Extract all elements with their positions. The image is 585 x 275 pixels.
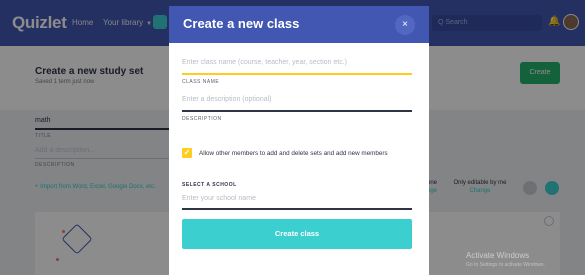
class-description-input[interactable]: Enter a description (optional)	[182, 96, 412, 108]
activate-windows-subtitle: Go to Settings to activate Windows.	[466, 262, 545, 268]
activate-windows-title: Activate Windows	[466, 251, 530, 260]
class-name-underline	[182, 73, 412, 75]
school-field[interactable]: Enter your school name	[182, 195, 412, 210]
school-input[interactable]: Enter your school name	[182, 195, 412, 206]
close-icon[interactable]: ×	[395, 15, 415, 35]
class-name-label: CLASS NAME	[182, 79, 220, 85]
class-description-label: DESCRIPTION	[182, 116, 222, 122]
school-underline	[182, 208, 412, 210]
class-name-field[interactable]: Enter class name (course, teacher, year,…	[182, 59, 412, 85]
allow-members-option[interactable]: ✓ Allow other members to add and delete …	[182, 148, 422, 160]
modal-header: Create a new class ×	[169, 6, 429, 43]
create-class-button[interactable]: Create class	[182, 219, 412, 249]
modal-title: Create a new class	[183, 16, 300, 31]
allow-members-label[interactable]: Allow other members to add and delete se…	[199, 150, 388, 157]
class-description-underline	[182, 110, 412, 112]
allow-members-checkbox[interactable]: ✓	[182, 148, 192, 158]
class-description-field[interactable]: Enter a description (optional) DESCRIPTI…	[182, 96, 412, 122]
school-label: SELECT A SCHOOL	[182, 182, 237, 188]
class-name-input[interactable]: Enter class name (course, teacher, year,…	[182, 59, 412, 71]
create-class-modal: Create a new class × Enter class name (c…	[169, 6, 429, 275]
